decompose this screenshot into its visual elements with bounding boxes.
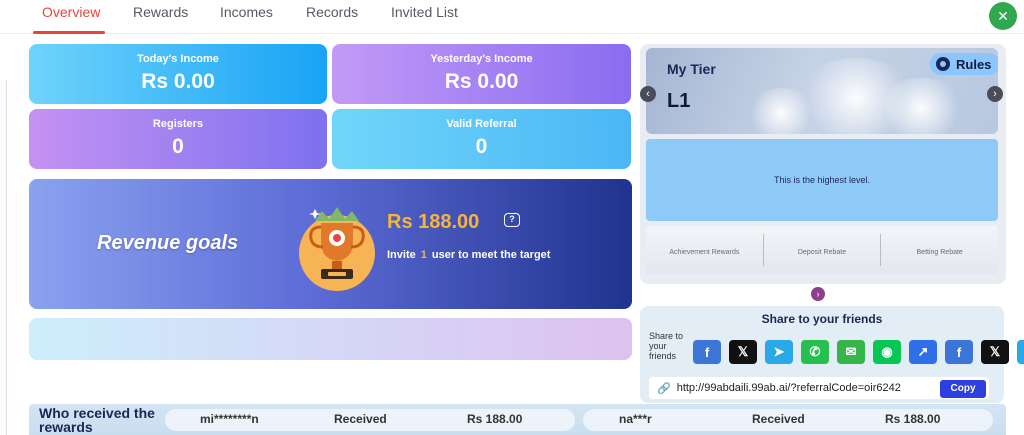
sms-icon[interactable]: ✉ [837, 340, 865, 364]
card-value: 0 [475, 135, 488, 158]
rewards-recipients-strip: Who received the rewards mi********n Rec… [29, 404, 1006, 435]
reward-amount: Rs 188.00 [467, 412, 523, 426]
tab-invited-list[interactable]: Invited List [391, 4, 458, 20]
benefit-deposit-rebate: Deposit Rebate [764, 234, 882, 266]
copy-button[interactable]: Copy [940, 380, 986, 398]
revenue-target-amount: Rs 188.00 [387, 211, 480, 233]
reward-amount: Rs 188.00 [885, 412, 941, 426]
next-tier-arrow-icon[interactable]: › [987, 86, 1003, 102]
tab-overview[interactable]: Overview [42, 4, 100, 20]
tier-message: This is the highest level. [646, 139, 998, 221]
facebook-icon[interactable]: f [693, 340, 721, 364]
invite-prefix: Invite [387, 249, 416, 261]
invite-count: 1 [420, 249, 427, 261]
link-icon: 🔗 [657, 382, 671, 395]
share-label: Share to your friends [649, 331, 684, 361]
share-icon[interactable]: ↗ [909, 340, 937, 364]
yesterdays-income-card: Yesterday's Income Rs 0.00 [332, 44, 631, 104]
x-twitter-icon-2[interactable]: 𝕏 [981, 340, 1009, 364]
card-title: Today's Income [137, 53, 219, 65]
trophy-icon [299, 207, 375, 291]
referral-link-box: 🔗 http://99abdaili.99ab.ai/?referralCode… [649, 377, 989, 399]
card-title: Yesterday's Income [430, 53, 533, 65]
invite-target-text: Invite 1 user to meet the target [387, 249, 550, 261]
whatsapp-icon[interactable]: ✆ [801, 340, 829, 364]
benefit-achievement-rewards: Achievement Rewards [646, 234, 764, 266]
left-edge-divider [0, 80, 7, 435]
empty-banner [29, 318, 632, 360]
tier-panel: My Tier L1 Rules This is the highest lev… [640, 44, 1006, 284]
my-tier-heading: My Tier [667, 61, 716, 77]
valid-referral-card: Valid Referral 0 [332, 109, 631, 169]
reward-status: Received [752, 412, 805, 426]
active-tab-indicator [33, 31, 105, 34]
help-icon[interactable]: ? [504, 213, 520, 227]
rules-button[interactable]: Rules [930, 53, 998, 75]
rewards-strip-title: Who received the rewards [39, 405, 155, 435]
banner-sparkle [746, 88, 816, 134]
card-value: Rs 0.00 [141, 70, 215, 93]
facebook-icon-2[interactable]: f [945, 340, 973, 364]
card-title: Registers [152, 118, 204, 130]
next-dot-icon[interactable]: › [811, 287, 825, 301]
invite-suffix: user to meet the target [431, 249, 551, 261]
rules-icon [936, 57, 950, 71]
prev-tier-arrow-icon[interactable]: ‹ [640, 86, 656, 102]
card-title: Valid Referral [446, 118, 517, 130]
revenue-goals-card: Revenue goals Rs 188.00 ? Invite 1 user to… [29, 179, 632, 309]
banner-sparkle [876, 78, 966, 134]
reward-user: na***r [619, 412, 652, 426]
card-value: 0 [172, 135, 184, 158]
card-value: Rs 0.00 [444, 70, 519, 93]
telegram-icon[interactable]: ➤ [765, 340, 793, 364]
todays-income-card: Today's Income Rs 0.00 [29, 44, 327, 104]
line-icon[interactable]: ◉ [873, 340, 901, 364]
tab-bar: Overview Rewards Incomes Records Invited… [0, 0, 1024, 34]
rules-label: Rules [956, 56, 992, 72]
close-button[interactable]: ✕ [989, 2, 1017, 30]
telegram-icon-2[interactable]: ➤ [1017, 340, 1024, 364]
tier-level: L1 [667, 90, 691, 112]
registers-card: Registers 0 [29, 109, 327, 169]
reward-user: mi********n [200, 412, 259, 426]
referral-url[interactable]: http://99abdaili.99ab.ai/?referralCode=o… [677, 382, 901, 394]
revenue-goals-title: Revenue goals [97, 232, 239, 254]
reward-status: Received [334, 412, 387, 426]
tab-rewards[interactable]: Rewards [133, 4, 188, 20]
share-title: Share to your friends [761, 312, 883, 326]
tab-records[interactable]: Records [306, 4, 358, 20]
tier-banner: My Tier L1 Rules [646, 48, 998, 134]
close-icon: ✕ [997, 7, 1009, 24]
tab-incomes[interactable]: Incomes [220, 4, 273, 20]
x-twitter-icon[interactable]: 𝕏 [729, 340, 757, 364]
benefit-betting-rebate: Betting Rebate [916, 249, 963, 256]
tier-benefits: Achievement Rewards Deposit Rebate Betti… [646, 226, 998, 274]
share-panel: Share to your friends Share to your frie… [640, 306, 1024, 403]
